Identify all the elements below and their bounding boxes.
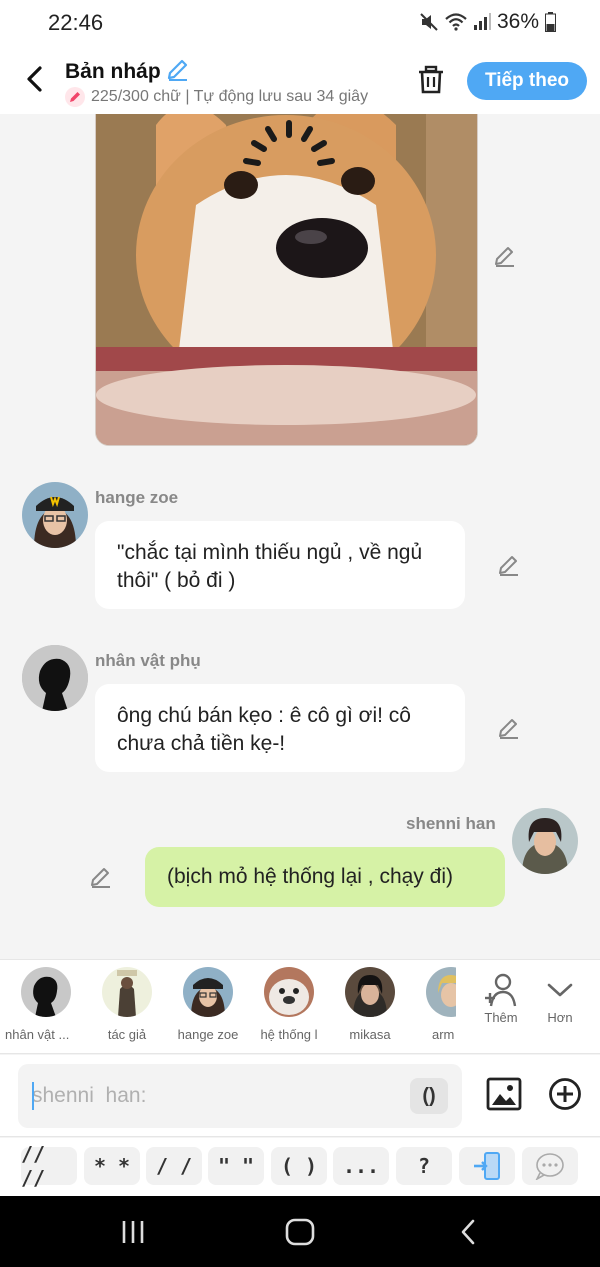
character-avatar — [183, 967, 233, 1017]
edit-message-icon[interactable] — [492, 243, 518, 269]
add-person-icon — [471, 970, 531, 1010]
image-icon — [486, 1077, 522, 1111]
chevron-down-icon — [530, 970, 590, 1010]
text-caret — [32, 1082, 34, 1110]
system-back-button[interactable] — [448, 1214, 488, 1250]
sender-name: hange zoe — [95, 488, 179, 507]
character-label: tác giả — [107, 1027, 147, 1042]
quick-symbols: // // * * / / " " ( ) ... ? — [0, 1138, 600, 1196]
more-label: Hơn — [547, 1010, 573, 1025]
sender-name: nhân vật phụ — [95, 651, 201, 670]
recent-apps-button[interactable] — [113, 1214, 153, 1250]
symbol-button[interactable]: / / — [146, 1147, 202, 1185]
chat-area[interactable]: hange zoe "chắc tại mình thiếu ngủ , về … — [0, 114, 600, 959]
back-arrow-icon — [461, 1219, 475, 1245]
character-avatar — [345, 967, 395, 1017]
battery-icon — [545, 12, 556, 32]
corgi-photo — [96, 114, 477, 445]
character-label: hệ thống l — [260, 1027, 318, 1042]
parentheses-button[interactable]: () — [410, 1078, 448, 1114]
title-row: Bản nháp — [65, 56, 191, 87]
chat-bubble-icon — [535, 1153, 564, 1180]
character-item[interactable]: hệ thống l — [248, 967, 330, 1042]
avatar-hange-zoe[interactable] — [22, 482, 88, 548]
more-button[interactable]: Hơn — [530, 970, 590, 1025]
plus-circle-icon — [549, 1078, 581, 1110]
wifi-icon — [445, 13, 467, 31]
symbol-button[interactable]: // // — [21, 1142, 77, 1190]
insert-image-button[interactable] — [485, 1075, 523, 1113]
message-bubble[interactable]: "chắc tại mình thiếu ngủ , về ngủ thôi" … — [95, 521, 465, 609]
signal-icon — [473, 13, 491, 31]
next-button[interactable]: Tiếp theo — [467, 62, 587, 100]
character-item[interactable]: arm — [410, 967, 456, 1042]
character-avatar — [426, 967, 456, 1017]
trash-icon — [419, 65, 443, 94]
system-nav-bar — [0, 1196, 600, 1267]
pencil-badge-icon — [65, 87, 85, 107]
delete-button[interactable] — [414, 63, 448, 97]
character-item[interactable]: tác giả — [86, 967, 168, 1042]
recents-icon — [122, 1221, 144, 1243]
character-label: nhân vật ... — [5, 1027, 70, 1042]
header: Bản nháp 225/300 chữ | Tự động lưu sau 3… — [0, 46, 600, 114]
avatar-side-character[interactable] — [22, 645, 88, 711]
image-message[interactable] — [95, 114, 478, 446]
page-title: Bản nháp — [65, 59, 161, 83]
character-label: arm — [432, 1027, 455, 1042]
character-item[interactable]: mikasa — [329, 967, 411, 1042]
add-button[interactable] — [546, 1075, 584, 1113]
symbol-button[interactable]: ( ) — [271, 1147, 327, 1185]
message-bubble[interactable]: ông chú bán kẹo : ê cô gì ơi! cô chưa ch… — [95, 684, 465, 772]
word-count-autosave: 225/300 chữ | Tự động lưu sau 34 giây — [91, 88, 369, 105]
battery-percent: 36% — [496, 10, 539, 33]
chevron-left-icon — [27, 66, 42, 92]
status-time: 22:46 — [48, 10, 104, 35]
add-character-button[interactable]: Thêm — [471, 970, 531, 1025]
status-bar: 22:46 36% — [0, 0, 600, 46]
character-selector: nhân vật ... tác giả hange zoe hệ thống … — [0, 959, 600, 1054]
draft-status: 225/300 chữ | Tự động lưu sau 34 giây — [65, 87, 389, 107]
edit-message-icon[interactable] — [496, 552, 522, 578]
character-label: hange zoe — [177, 1027, 239, 1042]
character-label: mikasa — [349, 1027, 391, 1042]
home-button[interactable] — [280, 1214, 320, 1250]
own-message-bubble[interactable]: (bịch mỏ hệ thống lại , chạy đi) — [145, 847, 505, 907]
edit-message-icon[interactable] — [88, 864, 114, 890]
add-character-label: Thêm — [484, 1010, 518, 1025]
symbol-button[interactable]: * * — [84, 1147, 140, 1185]
thought-bubble-button[interactable] — [522, 1147, 578, 1185]
exit-door-icon — [474, 1152, 500, 1180]
message-input-container[interactable]: () — [18, 1064, 462, 1128]
message-input[interactable] — [32, 1080, 412, 1112]
sender-name: shenni han — [406, 814, 496, 833]
character-item[interactable]: nhân vật ... — [5, 967, 87, 1042]
avatar-shenni-han[interactable] — [512, 808, 578, 874]
symbol-button[interactable]: ... — [333, 1147, 389, 1185]
symbol-button[interactable]: ? — [396, 1147, 452, 1185]
character-item[interactable]: hange zoe — [167, 967, 249, 1042]
home-icon — [285, 1218, 315, 1246]
edit-title-icon[interactable] — [165, 56, 191, 87]
mute-icon — [419, 12, 439, 32]
back-button[interactable] — [18, 62, 52, 96]
edit-message-icon[interactable] — [496, 715, 522, 741]
character-avatar — [264, 967, 314, 1017]
exit-scene-button[interactable] — [459, 1147, 515, 1185]
composer: () — [0, 1055, 600, 1137]
status-icons: 36% — [419, 10, 556, 34]
character-avatar — [102, 967, 152, 1017]
symbol-button[interactable]: " " — [208, 1147, 264, 1185]
character-avatar — [21, 967, 71, 1017]
